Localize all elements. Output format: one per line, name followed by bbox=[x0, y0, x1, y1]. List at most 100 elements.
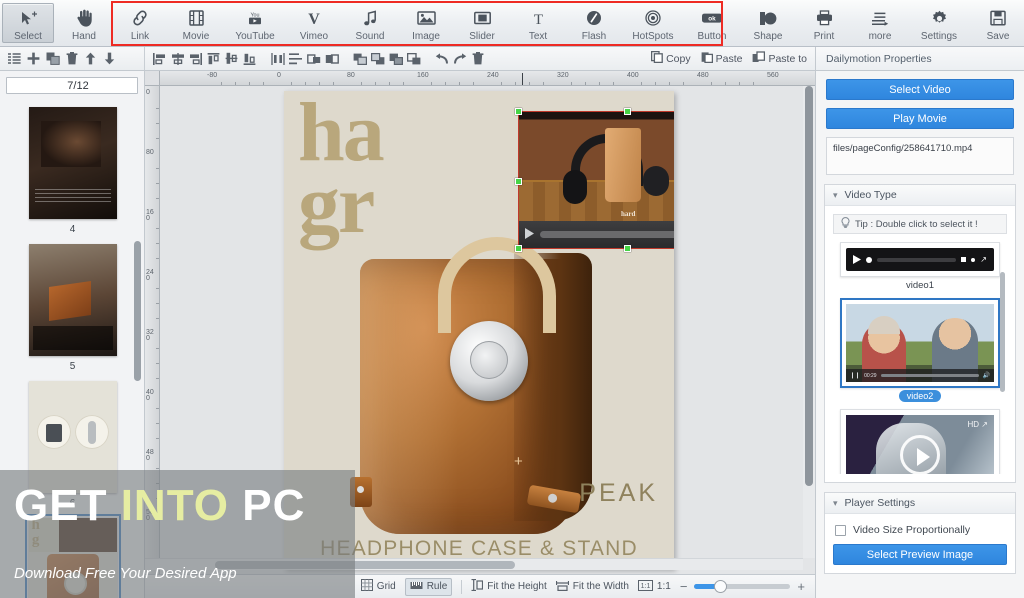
insert-movie-button[interactable]: Movie bbox=[168, 0, 224, 46]
insert-slider-button[interactable]: Slider bbox=[454, 0, 510, 46]
zoom-slider[interactable] bbox=[694, 580, 791, 593]
video-size-proportionally-checkbox[interactable] bbox=[835, 524, 846, 536]
canvas-stage[interactable]: ha gr + PEAK HEADPHONE CASE & STAND hard bbox=[160, 86, 815, 574]
list-icon[interactable] bbox=[6, 50, 23, 68]
insert-link-button[interactable]: Link bbox=[112, 0, 168, 46]
zoom-control[interactable]: − + bbox=[680, 579, 805, 594]
align-bottom-icon[interactable] bbox=[241, 50, 258, 68]
page-canvas[interactable]: ha gr + PEAK HEADPHONE CASE & STAND hard bbox=[284, 91, 674, 569]
video-list-scrollbar[interactable] bbox=[1000, 272, 1005, 392]
insert-button-button[interactable]: ok Button bbox=[684, 0, 740, 46]
zoom-one-to-one-button[interactable]: 1:1 1:1 bbox=[637, 579, 671, 594]
move-down-icon[interactable] bbox=[101, 50, 118, 68]
bring-forward-icon[interactable] bbox=[387, 50, 404, 68]
align-center-h-icon[interactable] bbox=[169, 50, 186, 68]
distribute-v-icon[interactable] bbox=[287, 50, 304, 68]
send-backward-icon[interactable] bbox=[405, 50, 422, 68]
page-number-input[interactable] bbox=[7, 78, 144, 93]
align-middle-v-icon[interactable] bbox=[223, 50, 240, 68]
delete-page-icon[interactable] bbox=[63, 50, 80, 68]
canvas-area[interactable]: -80 0 80 160 240 320 400 480 560 0 80 16… bbox=[145, 71, 815, 574]
insert-shape-button[interactable]: Shape bbox=[740, 0, 796, 46]
toolbar-group-insert: Link Movie You YouTube V Vimeo Sound Ima… bbox=[112, 0, 796, 46]
resize-handle-n[interactable] bbox=[624, 108, 631, 115]
insert-flash-button[interactable]: Flash bbox=[566, 0, 622, 46]
video-type-list[interactable]: ↗ video1 ❙❙ 00:29 🔊 video2 HD ↗ bbox=[833, 242, 1007, 474]
page-thumbnail-4[interactable] bbox=[28, 107, 117, 219]
insert-youtube-button[interactable]: You YouTube bbox=[224, 0, 286, 46]
fit-width-button[interactable]: Fit the Width bbox=[555, 580, 629, 594]
sidebar-scrollbar[interactable] bbox=[134, 241, 141, 381]
list-item[interactable]: 7 bbox=[7, 510, 139, 598]
resize-handle-sw[interactable] bbox=[515, 245, 522, 252]
paste-label: Paste bbox=[715, 52, 743, 65]
insert-vimeo-button[interactable]: V Vimeo bbox=[286, 0, 342, 46]
select-tool-button[interactable]: Select bbox=[2, 3, 54, 43]
video-progress-track[interactable] bbox=[540, 231, 674, 238]
video-type-item-1[interactable]: ↗ bbox=[840, 242, 1000, 277]
insert-sound-button[interactable]: Sound bbox=[342, 0, 398, 46]
list-item[interactable]: 6 bbox=[7, 373, 139, 510]
same-height-icon[interactable] bbox=[323, 50, 340, 68]
paste-to-button[interactable]: Paste to bbox=[752, 51, 807, 66]
undo-icon[interactable] bbox=[433, 50, 450, 68]
select-video-button[interactable]: Select Video bbox=[826, 79, 1014, 100]
list-item[interactable]: 5 bbox=[7, 236, 139, 373]
fit-height-label: Fit the Height bbox=[487, 581, 547, 592]
play-movie-button[interactable]: Play Movie bbox=[826, 108, 1014, 129]
insert-text-label: Text bbox=[528, 30, 548, 42]
zoom-in-button[interactable]: + bbox=[797, 579, 805, 594]
more-button[interactable]: more bbox=[852, 0, 908, 46]
zoom-out-button[interactable]: − bbox=[680, 579, 688, 594]
copy-button[interactable]: Copy bbox=[651, 50, 691, 66]
video1-thumbnail: ↗ bbox=[846, 248, 994, 271]
canvas-horizontal-scrollbar[interactable] bbox=[145, 558, 803, 570]
list-item[interactable]: 4 bbox=[7, 99, 139, 236]
page-thumbnail-6[interactable] bbox=[28, 381, 117, 493]
fit-height-button[interactable]: Fit the Height bbox=[471, 578, 547, 594]
canvas-vertical-scrollbar[interactable] bbox=[803, 86, 815, 558]
video2-label-wrap: video2 bbox=[833, 390, 1007, 402]
rule-toggle[interactable]: Rule bbox=[404, 577, 453, 596]
align-right-icon[interactable] bbox=[187, 50, 204, 68]
redo-icon[interactable] bbox=[451, 50, 468, 68]
video-type-header[interactable]: ▾ Video Type bbox=[825, 185, 1015, 206]
save-button[interactable]: Save bbox=[970, 0, 1024, 46]
select-preview-image-button[interactable]: Select Preview Image bbox=[833, 544, 1007, 565]
insert-image-button[interactable]: Image bbox=[398, 0, 454, 46]
video-size-proportionally-row[interactable]: Video Size Proportionally bbox=[835, 524, 1007, 536]
video1-label: video1 bbox=[906, 280, 934, 291]
video-player-controls[interactable] bbox=[519, 221, 674, 248]
add-page-icon[interactable] bbox=[25, 50, 42, 68]
video-type-item-3[interactable]: HD ↗ bbox=[840, 409, 1000, 474]
insert-hotspots-button[interactable]: HotSpots bbox=[622, 0, 684, 46]
align-top-icon[interactable] bbox=[205, 50, 222, 68]
resize-handle-w[interactable] bbox=[515, 178, 522, 185]
paste-button[interactable]: Paste bbox=[701, 51, 743, 66]
zoom-level-label: 1:1 bbox=[656, 581, 671, 592]
grid-toggle[interactable]: Grid bbox=[360, 579, 396, 594]
align-left-icon[interactable] bbox=[151, 50, 168, 68]
print-button[interactable]: Print bbox=[796, 0, 852, 46]
same-width-icon[interactable] bbox=[305, 50, 322, 68]
thumbnail-list[interactable]: 4 5 6 7 bbox=[0, 99, 144, 598]
page-thumbnail-5[interactable] bbox=[28, 244, 117, 356]
insert-text-button[interactable]: T Text bbox=[510, 0, 566, 46]
player-settings-header[interactable]: ▾ Player Settings bbox=[825, 493, 1015, 514]
settings-button[interactable]: Settings bbox=[908, 0, 970, 46]
resize-handle-nw[interactable] bbox=[515, 108, 522, 115]
hand-tool-button[interactable]: Hand bbox=[56, 0, 112, 46]
send-to-back-icon[interactable] bbox=[369, 50, 386, 68]
resize-handle-s[interactable] bbox=[624, 245, 631, 252]
distribute-h-icon[interactable] bbox=[269, 50, 286, 68]
page-thumbnail-7[interactable] bbox=[24, 514, 121, 598]
flash-icon bbox=[586, 8, 602, 29]
film-icon bbox=[188, 8, 204, 29]
trash-icon[interactable] bbox=[469, 50, 486, 68]
duplicate-page-icon[interactable] bbox=[44, 50, 61, 68]
video-play-icon[interactable] bbox=[525, 227, 534, 242]
bring-to-front-icon[interactable] bbox=[351, 50, 368, 68]
selected-video-object[interactable]: hard bbox=[515, 108, 674, 252]
video-type-item-2[interactable]: ❙❙ 00:29 🔊 bbox=[840, 298, 1000, 388]
move-up-icon[interactable] bbox=[82, 50, 99, 68]
